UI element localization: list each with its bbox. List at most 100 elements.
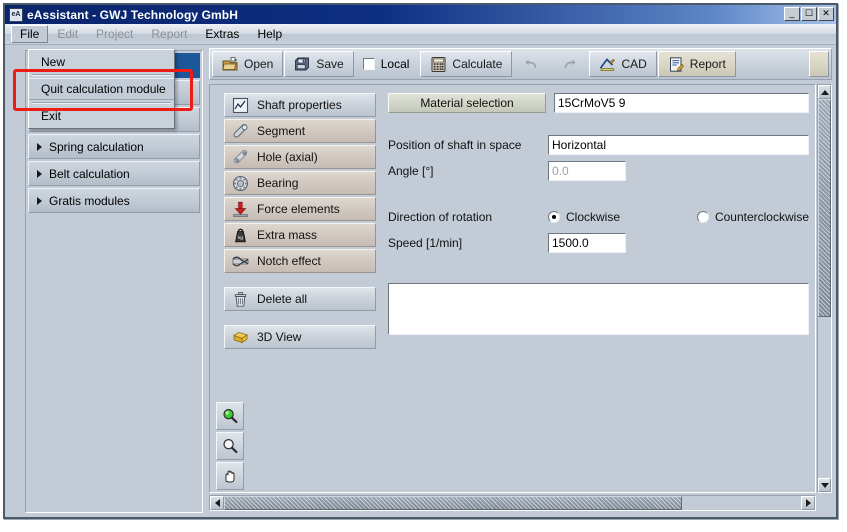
floppy-disk-icon [294, 56, 311, 73]
zoom-out-button[interactable] [216, 432, 244, 460]
rotation-clockwise-label: Clockwise [566, 210, 620, 224]
horizontal-scroll-track[interactable] [682, 496, 801, 510]
undo-arrow-icon [523, 56, 540, 73]
material-selection-button[interactable]: Material selection [388, 93, 546, 113]
material-value-field[interactable]: 15CrMoV5 9 [554, 93, 809, 113]
angle-label: Angle [°] [388, 164, 548, 178]
vertical-scroll-thumb[interactable] [818, 99, 831, 317]
sidebar-item-gratis-modules[interactable]: Gratis modules [28, 188, 200, 213]
cad-button[interactable]: CAD [589, 51, 656, 77]
menu-extras[interactable]: Extras [196, 25, 248, 43]
menu-file[interactable]: File [11, 25, 48, 43]
delete-all-button[interactable]: Delete all [224, 287, 376, 311]
close-button[interactable]: ✕ [818, 7, 834, 21]
chevron-right-icon [37, 170, 42, 178]
notch-icon [232, 253, 249, 270]
weight-icon: kg [232, 227, 249, 244]
notes-textarea[interactable] [388, 283, 809, 335]
horizontal-scrollbar[interactable] [209, 495, 816, 511]
redo-button [551, 51, 588, 77]
save-button[interactable]: Save [284, 51, 353, 77]
hole-axial-button[interactable]: Hole (axial) [224, 145, 376, 169]
scroll-left-button[interactable] [210, 496, 224, 510]
hole-icon [232, 149, 249, 166]
element-button-label: Extra mass [257, 228, 317, 242]
rotation-counterclockwise-option[interactable]: Counterclockwise [697, 210, 809, 224]
bearing-button[interactable]: Bearing [224, 171, 376, 195]
main-panel: Open Save Local [207, 44, 836, 517]
menu-bar: File Edit Project Report Extras Help [5, 24, 836, 45]
content-wrapper: Shaft properties Segment [209, 84, 832, 511]
radio-icon[interactable] [697, 211, 709, 223]
menu-separator [32, 102, 171, 104]
speed-label: Speed [1/min] [388, 236, 548, 250]
menu-report: Report [142, 25, 196, 43]
element-button-label: Bearing [257, 176, 298, 190]
local-checkbox-label: Local [381, 57, 410, 71]
position-label: Position of shaft in space [388, 138, 548, 152]
force-elements-button[interactable]: Force elements [224, 197, 376, 221]
menu-item-new[interactable]: New [29, 52, 174, 72]
zoom-out-icon [221, 437, 239, 455]
calculate-button[interactable]: Calculate [420, 51, 512, 77]
local-checkbox[interactable]: Local [355, 57, 420, 71]
sidebar-item-belt-calculation[interactable]: Belt calculation [28, 161, 200, 186]
extra-mass-button[interactable]: kg Extra mass [224, 223, 376, 247]
radio-icon-selected[interactable] [548, 211, 560, 223]
cad-button-label: CAD [621, 57, 646, 71]
redo-arrow-icon [561, 56, 578, 73]
rotation-counterclockwise-label: Counterclockwise [715, 210, 809, 224]
triangle-right-icon [806, 499, 811, 507]
angle-value-field: 0.0 [548, 161, 626, 181]
3d-view-button[interactable]: 3D View [224, 325, 376, 349]
horizontal-scroll-thumb[interactable] [224, 496, 682, 510]
segment-button[interactable]: Segment [224, 119, 376, 143]
scroll-up-button[interactable] [818, 85, 831, 99]
cad-drafting-icon [599, 56, 616, 73]
menu-item-exit[interactable]: Exit [29, 106, 174, 126]
element-button-label: Shaft properties [257, 98, 342, 112]
triangle-down-icon [821, 483, 829, 488]
rotation-row: Direction of rotation Clockwise Counterc… [388, 207, 809, 227]
pan-button[interactable] [216, 462, 244, 490]
app-icon: eA [9, 8, 23, 22]
undo-button [513, 51, 550, 77]
position-value-field[interactable]: Horizontal [548, 135, 809, 155]
angle-row: Angle [°] 0.0 [388, 161, 809, 181]
sidebar-item-spring-calculation[interactable]: Spring calculation [28, 134, 200, 159]
checkbox-icon[interactable] [363, 58, 375, 70]
notch-effect-button[interactable]: Notch effect [224, 249, 376, 273]
element-button-column: Shaft properties Segment [224, 93, 376, 351]
minimize-button[interactable]: _ [784, 7, 800, 21]
chart-icon [232, 97, 249, 114]
scroll-right-button[interactable] [801, 496, 815, 510]
report-document-icon [668, 56, 685, 73]
svg-text:kg: kg [238, 235, 243, 240]
application-window: eA eAssistant - GWJ Technology GmbH _ ☐ … [3, 3, 838, 519]
form-spacer [388, 119, 809, 129]
vertical-scrollbar[interactable] [817, 84, 832, 493]
calculator-icon [430, 56, 447, 73]
shaft-properties-button[interactable]: Shaft properties [224, 93, 376, 117]
chevron-right-icon [37, 197, 42, 205]
open-button[interactable]: Open [212, 51, 283, 77]
sidebar-item-label: Belt calculation [49, 167, 130, 181]
report-button-label: Report [690, 57, 726, 71]
element-button-label: Hole (axial) [257, 150, 318, 164]
toolbar-partial-button[interactable] [809, 51, 829, 77]
menu-edit: Edit [48, 25, 87, 43]
action-button-label: 3D View [257, 330, 301, 344]
rotation-clockwise-option[interactable]: Clockwise [548, 210, 620, 224]
chevron-right-icon [37, 143, 42, 151]
menu-help[interactable]: Help [248, 25, 291, 43]
menu-item-quit-calculation-module[interactable]: Quit calculation module [29, 78, 174, 100]
report-button[interactable]: Report [658, 51, 736, 77]
save-button-label: Save [316, 57, 343, 71]
maximize-button[interactable]: ☐ [801, 7, 817, 21]
view-tool-strip [216, 402, 246, 492]
zoom-in-button[interactable] [216, 402, 244, 430]
pan-hand-icon [221, 467, 239, 485]
triangle-up-icon [821, 90, 829, 95]
scroll-down-button[interactable] [818, 478, 831, 492]
speed-value-field[interactable]: 1500.0 [548, 233, 626, 253]
